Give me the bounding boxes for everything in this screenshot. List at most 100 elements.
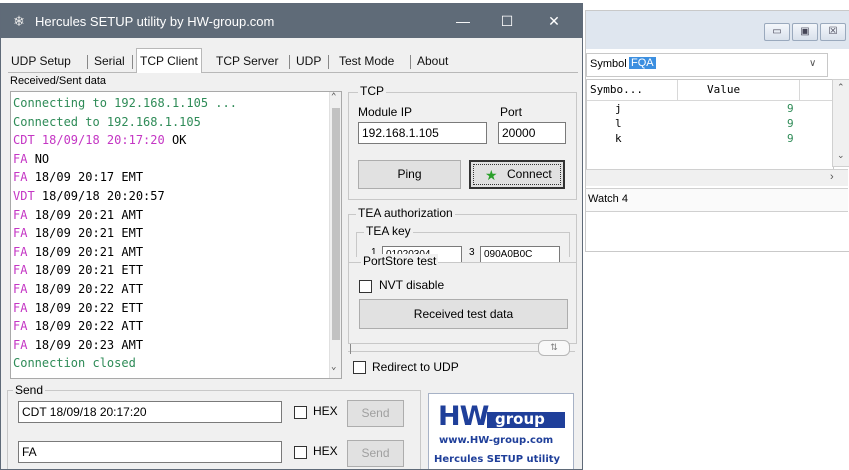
log-line-prefix: FA	[13, 282, 35, 296]
watch-titlebar: ▭ ▣ ☒	[586, 11, 849, 49]
column-header-symbol[interactable]: Symbo...	[590, 83, 643, 96]
restore-icon[interactable]: ▣	[792, 23, 818, 41]
tab-watch-4[interactable]: Watch 4	[586, 188, 848, 212]
log-line-body: 18/09 20:21 AMT	[34, 244, 144, 259]
log-line-prefix: CDT 18/09/18 20:17:20	[13, 133, 172, 148]
symbol-value[interactable]: FQA	[629, 57, 656, 69]
send-button-1[interactable]: Send	[347, 400, 404, 427]
port-input[interactable]: 20000	[498, 122, 566, 144]
tab-test-mode[interactable]: Test Mode	[336, 51, 397, 72]
log-line: Connecting to 192.168.1.105 ...	[13, 96, 237, 110]
watch-symbol: l	[615, 117, 622, 130]
log-line: FA 18/09 20:23 AMT	[13, 338, 143, 352]
log-line-prefix: FA	[13, 170, 35, 185]
tab-watch-4-label: Watch 4	[588, 193, 628, 205]
symbol-combobox[interactable]: Symbol FQA ∨	[586, 53, 828, 77]
tab-udp-setup[interactable]: UDP Setup	[8, 51, 74, 72]
log-line-prefix: FA	[13, 337, 35, 352]
scroll-icon[interactable]: ⇅	[538, 340, 570, 356]
send-group-label: Send	[13, 383, 46, 397]
tab-tcp-client[interactable]: TCP Client	[136, 48, 202, 73]
maximize-button[interactable]: ☐	[485, 8, 529, 34]
close-icon[interactable]: ☒	[820, 23, 846, 41]
log-line-prefix: FA	[13, 319, 35, 334]
log-line: FA NO	[13, 152, 49, 166]
tab-tcp-server[interactable]: TCP Server	[213, 51, 281, 72]
minimize-button[interactable]: —	[441, 8, 485, 34]
scroll-down-icon[interactable]: ⌄	[837, 150, 845, 161]
log-scrollbar[interactable]: ⌃ ⌄	[329, 92, 341, 378]
watch-table-header: Symbo... Value	[587, 80, 833, 101]
module-ip-input[interactable]: 192.168.1.105	[358, 122, 487, 144]
watch-row[interactable]: j 9	[587, 102, 833, 116]
log-line: FA 18/09 20:21 EMT	[13, 226, 143, 240]
send-button-2[interactable]: Send	[347, 440, 404, 467]
log-line-body: 18/09 20:22 ETT	[34, 300, 144, 315]
chevron-down-icon[interactable]: ∨	[809, 58, 816, 69]
scroll-up-icon[interactable]: ⌃	[837, 82, 845, 93]
divider	[350, 344, 351, 354]
watch-value: 9	[787, 102, 794, 115]
log-line-body: 18/09 20:22 ATT	[34, 282, 144, 296]
received-sent-data-box[interactable]: Connecting to 192.168.1.105 ... Connected…	[10, 91, 342, 379]
watch-row[interactable]: l 9	[587, 117, 833, 131]
hw-group-logo[interactable]: HW group www.HW-group.com Hercules SETUP…	[428, 393, 574, 469]
horizontal-scrollbar[interactable]: ›	[586, 169, 848, 186]
log-line-prefix: FA	[13, 300, 35, 315]
tab-strip: UDP Setup Serial TCP Client TCP Server U…	[8, 48, 578, 73]
log-line-prefix: FA	[13, 244, 35, 259]
log-line-body: NO	[34, 151, 50, 166]
scroll-right-icon[interactable]: ›	[830, 171, 834, 183]
minimize-icon[interactable]: ▭	[764, 23, 790, 41]
window-title: Hercules SETUP utility by HW-group.com	[35, 14, 275, 29]
received-test-data-button[interactable]: Received test data	[359, 299, 568, 329]
log-line-body: 18/09 20:21 AMT	[34, 207, 144, 222]
module-ip-label: Module IP	[358, 105, 413, 119]
hex-checkbox-2[interactable]	[294, 446, 307, 459]
log-line-prefix: VDT	[13, 189, 42, 203]
symbol-label: Symbol	[590, 58, 627, 70]
close-button[interactable]: ✕	[532, 8, 576, 34]
watch-value: 9	[787, 132, 794, 145]
watch-symbol: j	[615, 102, 622, 115]
hex-label-1: HEX	[313, 404, 338, 418]
log-line: FA 18/09 20:21 ETT	[13, 263, 143, 277]
log-line-body: 18/09 20:21 EMT	[34, 226, 144, 241]
tea-key-label: TEA key	[364, 224, 413, 238]
tea-authorization-label: TEA authorization	[356, 206, 455, 220]
tab-udp[interactable]: UDP	[293, 51, 324, 72]
send-input-1[interactable]: CDT 18/09/18 20:17:20	[18, 401, 282, 423]
hex-checkbox-1[interactable]	[294, 406, 307, 419]
tab-about[interactable]: About	[414, 51, 451, 72]
watch-symbol: k	[615, 132, 622, 145]
ping-button[interactable]: Ping	[358, 160, 461, 189]
watch-row[interactable]: k 9	[587, 132, 833, 146]
log-line: FA 18/09 20:17 EMT	[13, 170, 143, 184]
send-input-2[interactable]: FA	[18, 441, 282, 463]
tcp-group-label: TCP	[358, 84, 386, 98]
log-line-prefix: FA	[13, 151, 35, 166]
tab-serial[interactable]: Serial	[91, 51, 128, 72]
received-sent-label: Received/Sent data	[10, 75, 107, 87]
hercules-app-icon[interactable]: ❄	[10, 12, 28, 30]
title-bar[interactable]: ❄ Hercules SETUP utility by HW-group.com…	[1, 4, 582, 38]
vertical-scrollbar[interactable]: ⌃ ⌄	[832, 79, 849, 167]
watch-table: Symbo... Value j 9 l 9 k 9	[586, 79, 834, 181]
log-line-body: 18/09 20:21 ETT	[34, 263, 144, 278]
scroll-down-icon[interactable]: ⌄	[331, 362, 336, 372]
tea-key-3-index: 3	[469, 247, 475, 258]
log-line: Connection closed	[13, 356, 136, 371]
log-line: Connected to 192.168.1.105	[13, 114, 201, 129]
logo-hw: HW	[438, 401, 489, 432]
nvt-disable-checkbox[interactable]	[359, 280, 372, 293]
scroll-thumb[interactable]	[332, 108, 340, 340]
log-line: FA 18/09 20:22 ETT	[13, 301, 143, 315]
column-header-value[interactable]: Value	[707, 83, 740, 96]
log-line-body: 18/09/18 20:20:57	[41, 189, 165, 203]
scroll-up-icon[interactable]: ⌃	[331, 92, 336, 102]
redirect-to-udp-checkbox[interactable]	[353, 361, 366, 374]
log-line-prefix: FA	[13, 226, 35, 241]
log-line-body: 18/09 20:22 ATT	[34, 319, 144, 334]
connect-button[interactable]: ★ Connect	[469, 160, 565, 189]
log-line: FA 18/09 20:21 AMT	[13, 208, 143, 222]
